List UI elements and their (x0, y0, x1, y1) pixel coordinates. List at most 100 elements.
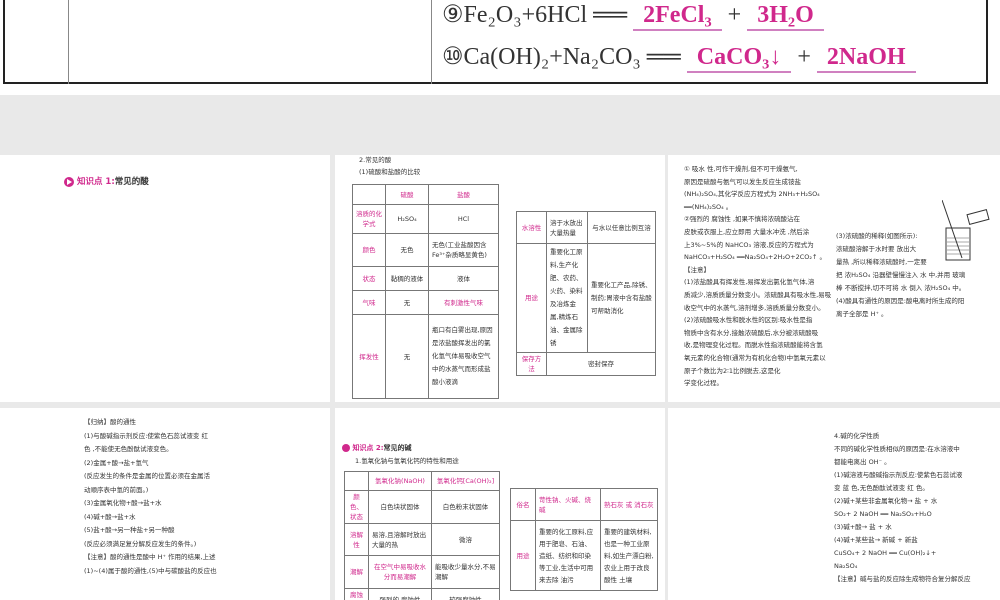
cell: 熟石灰 或 消石灰 (600, 488, 658, 521)
text-line: (3)碱+酸→ 盐 + 水 (834, 523, 892, 531)
text-line: 把 浓H₂SO₄ 沿器壁慢慢注入 水 中,并用 玻璃 (836, 271, 966, 279)
cell: 强烈的 腐蚀性 (368, 588, 432, 600)
subheading: 1.氢氧化钠与氢氧化钙的特性和用途 (355, 457, 459, 465)
cell: HCl (428, 204, 499, 234)
text-line: (反应必须满足复分解反应发生的条件。) (84, 539, 197, 548)
slide-thumbnail-3[interactable]: ① 吸水 性,可作干燥剂,但不可干燥氨气, 原因是硫酸与氨气可以发生反应生成铵盐 (… (668, 155, 1000, 402)
base-uses-table: 俗名 苛性钠、火碱、烧碱 熟石灰 或 消石灰 用途 重要的化工原料,应用于肥皂、石油、… (510, 488, 658, 591)
text-body: 【归纳】酸的通性 (1)与酸碱指示剂反应:使紫色石蕊试液变 红色 ,不能使无色酚酞… (84, 416, 217, 578)
play-icon (64, 176, 74, 187)
text-line: 【注意】酸的通性是酸中 H⁺ 作用的结果,上述 (84, 553, 216, 561)
text-line: 氧元素的化合物(通常为有机化合物)中氢氧元素以 (684, 353, 826, 362)
text-line: 原子个数比为2∶1比例脱去,这是化 (684, 366, 781, 375)
cell: 白色粉末状固体 (431, 490, 500, 524)
cell: H₂SO₄ (385, 204, 429, 234)
cell: 重要的建筑材料,也是一种工业原料,如生产漂白粉,农业上用于改良 酸性 土壤 (600, 520, 658, 591)
equation-text: ⑨Fe₂O₃+6HCl ══ (442, 2, 628, 28)
slide-thumbnail-1[interactable]: 知识点 1:常见的酸 (0, 155, 330, 402)
header-cell: 氢氧化钠(NaOH) (368, 471, 432, 491)
cell: 无 (385, 290, 429, 315)
cell: 黏稠的液体 (385, 266, 429, 291)
acid-comparison-table-continued: 水溶性 溶于水放出大量热量 与水以任意比例互溶 用途 重要化工原料,生产化肥、农药、火… (516, 211, 656, 376)
text-line: 不同的碱化学性质相似的原因是:在水溶液中 (834, 445, 960, 453)
cell: 无 (385, 314, 429, 399)
header-cell (352, 184, 386, 205)
text-line: (反应发生的条件是金属的位置必须在金属活 (84, 472, 211, 480)
text-line: 离子全部是 H⁺ 。 (836, 310, 888, 318)
text-line: (2)浓硫酸吸水性和脱水性的区别:吸水性是指 (684, 316, 813, 325)
cell: 溶于水放出大量热量 (546, 211, 588, 244)
header-cell (344, 471, 369, 491)
text-line: ① 吸水 性,可作干燥剂,但不可干燥氨气, (684, 165, 798, 173)
text-line: 收空气中的水蒸气,溶剂增多,溶质质量分数变小。 (684, 303, 825, 312)
text-line: (3)金属氧化物+酸→盐+水 (84, 499, 162, 507)
title-text: 常见的碱 (383, 444, 412, 452)
text-line: NaHCO₃+H₂SO₄ ══Na₂SO₄+2H₂O+2CO₂↑ 。 (684, 253, 827, 262)
text-line: (1)~(4)属于酸的通性,(5)中与碳酸盐的反应也 (84, 566, 217, 575)
cell: 苛性钠、火碱、烧碱 (535, 488, 601, 521)
text-column-left: ① 吸水 性,可作干燥剂,但不可干燥氨气, 原因是硫酸与氨气可以发生反应生成铵盐 (… (684, 163, 831, 390)
table-divider (68, 0, 69, 84)
row-label: 状态 (352, 266, 386, 291)
cell: 重要的化工原料,应用于肥皂、石油、造纸、纺织和印染等工业,生活中可用来去除 油污 (535, 520, 601, 591)
row-label: 用途 (516, 243, 547, 353)
table-divider (431, 0, 432, 84)
slide-thumbnail-2[interactable]: 2.常见的酸 (1)硫酸和盐酸的比较 硫酸 盐酸 溶质的化学式 H₂SO₄ HCl 颜… (335, 155, 665, 402)
text-line: 皮肤或衣服上,应立即用 大量水冲洗 ,然后涂 (684, 227, 810, 236)
text-line: 物质中含有水分,接触浓硫酸后,水分被浓硫酸吸 (684, 328, 819, 337)
text-line: (5)盐+酸→另一种盐+另一种酸 (84, 526, 175, 534)
text-line: (1)浓盐酸具有挥发性,易挥发出氯化氢气体,溶 (684, 278, 815, 287)
text-line: 原因是硫酸与氨气可以发生反应生成铵盐 (684, 177, 801, 186)
text-line: 质减少,溶质质量分数变小。浓硫酸具有吸水性,易吸 (684, 290, 832, 299)
text-line: 收,是物理变化过程。而脱水性指浓硫酸能将含氢 (684, 341, 823, 350)
header-cell: 盐酸 (428, 184, 499, 205)
slide-thumbnail-4[interactable]: 【归纳】酸的通性 (1)与酸碱指示剂反应:使紫色石蕊试液变 红色 ,不能使无色酚酞… (0, 408, 330, 600)
play-icon (342, 444, 350, 452)
text-line: 【归纳】酸的通性 (84, 418, 136, 426)
cell: 密封保存 (546, 352, 656, 376)
answer: CaCO₃↓ (686, 44, 792, 73)
text-line: (2)金属+酸→盐+氢气 (84, 458, 149, 467)
equation-text: ⑩Ca(OH)₂+Na₂CO₃ ══ (442, 44, 681, 70)
cell: 易溶,且溶解时放出大量的热 (368, 523, 432, 556)
base-properties-table: 氢氧化钠(NaOH) 氢氧化钙[Ca(OH)₂] 颜色、状态 白色块状固体 白色粉末状… (344, 471, 500, 600)
text-line: (2)碱+某些非金属氧化物→ 盐 + 水 (834, 497, 938, 505)
heading: 2.常见的酸 (359, 156, 392, 164)
slide-thumbnail-5[interactable]: 知识点 2:常见的碱 1.氢氧化钠与氢氧化钙的特性和用途 氢氧化钠(NaOH) 氢… (335, 408, 665, 600)
equation-9: ⑨Fe₂O₃+6HCl ══ 2FeCl₃ + 3H₂O (442, 0, 824, 31)
cell: 重要化工原料,生产化肥、农药、火药、染料及冶炼金属,精炼石油、金属除锈 (546, 243, 588, 353)
row-label: 溶质的化学式 (352, 204, 386, 234)
knowledge-point-label: 知识点 2: (352, 444, 384, 452)
cell: 能吸收少量水分,不易潮解 (431, 555, 500, 589)
knowledge-point-label: 知识点 1: (76, 177, 115, 187)
text-line: (4)碱+酸→盐+水 (84, 512, 136, 521)
title-text: 常见的酸 (114, 177, 149, 187)
text-line: CuSO₄+ 2 NaOH ══ Cu(OH)₂↓+ (834, 549, 937, 557)
text-line: 棒 不断搅拌,切不可将 水 倒入 浓H₂SO₄ 中。 (836, 284, 966, 292)
text-line: 都能电离出 OH⁻ 。 (834, 458, 891, 466)
cell: 无色(工业盐酸因含Fe³⁺杂质略显黄色) (428, 233, 499, 267)
plus: + (797, 44, 811, 70)
plus: + (727, 2, 742, 28)
row-label: 颜色、状态 (344, 490, 369, 524)
text-line: ══(NH₄)₂SO₄ 。 (684, 202, 733, 211)
text-line: 4.碱的化学性质 (834, 432, 880, 440)
row-label: 腐蚀性 (344, 588, 369, 600)
slide-thumbnail-6[interactable]: 4.碱的化学性质不同的碱化学性质相似的原因是:在水溶液中 都能电离出 OH⁻ 。 (… (668, 408, 1000, 600)
equation-10: ⑩Ca(OH)₂+Na₂CO₃ ══ CaCO₃↓ + 2NaOH (442, 42, 916, 73)
answer: 2FeCl₃ (633, 2, 722, 31)
text-line: Na₂SO₄ (834, 562, 858, 570)
row-label: 俗名 (510, 488, 536, 521)
cell: 白色块状固体 (368, 490, 432, 524)
header-cell: 氢氧化钙[Ca(OH)₂] (431, 471, 500, 491)
row-label: 潮解 (344, 555, 369, 589)
cell: 有刺激性气味 (428, 290, 499, 315)
row-label: 颜色 (352, 233, 386, 267)
cell: 较强腐蚀性 (431, 588, 500, 600)
dilution-beaker-illustration (942, 200, 990, 261)
acid-comparison-table: 硫酸 盐酸 溶质的化学式 H₂SO₄ HCl 颜色 无色 无色(工业盐酸因含Fe³⁺杂质略… (352, 184, 499, 399)
text-line: ②强烈的 腐蚀性 ,如果不慎将浓硫酸沾在 (684, 215, 801, 224)
slide-title: 知识点 1:常见的酸 (64, 175, 149, 187)
subheading: (1)硫酸和盐酸的比较 (359, 168, 421, 176)
slide-thumbnail-top[interactable]: ⑨Fe₂O₃+6HCl ══ 2FeCl₃ + 3H₂O ⑩Ca(OH)₂+Na… (0, 0, 1000, 95)
